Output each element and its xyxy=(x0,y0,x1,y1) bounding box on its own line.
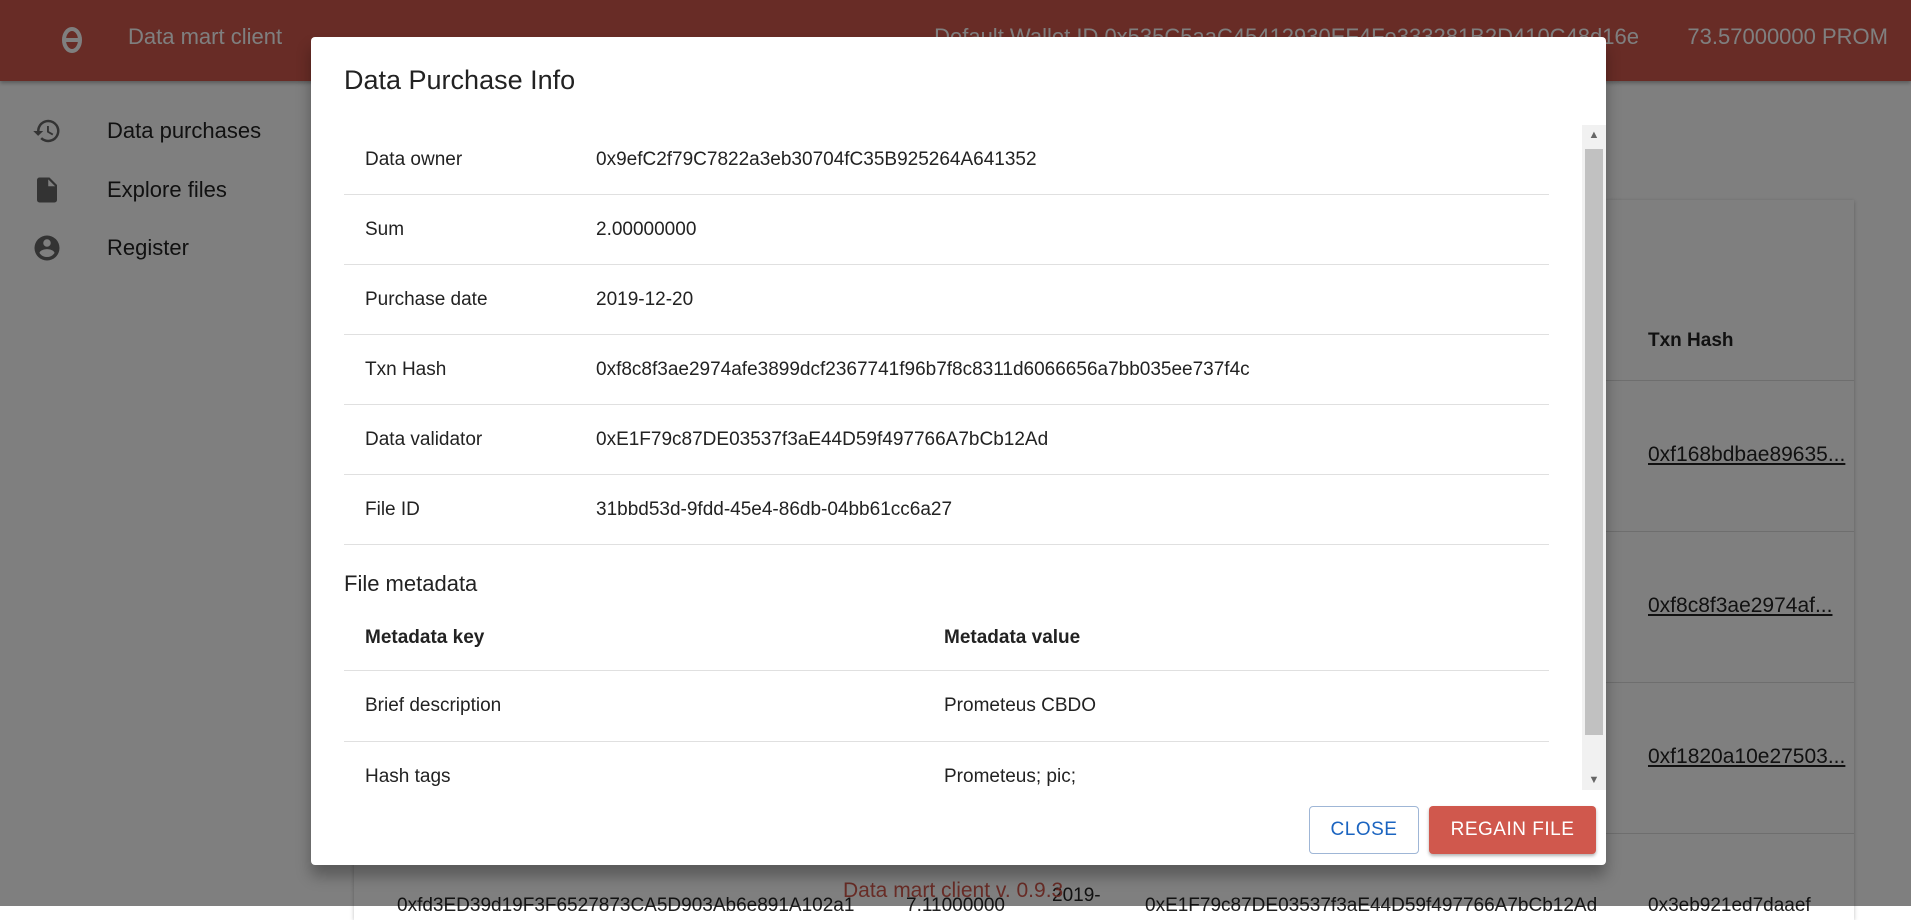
metadata-key: Brief description xyxy=(365,695,502,716)
metadata-table-header: Metadata key Metadata value xyxy=(344,605,1549,671)
info-value: 0x9efC2f79C7822a3eb30704fC35B925264A6413… xyxy=(596,148,1037,170)
scroll-up-arrow-icon[interactable]: ▲ xyxy=(1582,125,1606,145)
scroll-down-arrow-icon[interactable]: ▼ xyxy=(1582,770,1606,790)
info-row-purchase-date: Purchase date 2019-12-20 xyxy=(344,265,1549,335)
info-key: Sum xyxy=(365,218,405,240)
info-row-data-validator: Data validator 0xE1F79c87DE03537f3aE44D5… xyxy=(344,405,1549,475)
info-key: Txn Hash xyxy=(365,358,447,380)
info-key: Purchase date xyxy=(365,288,488,310)
metadata-value: Prometeus CBDO xyxy=(944,695,1097,716)
metadata-key-header: Metadata key xyxy=(365,626,485,648)
info-row-txn-hash: Txn Hash 0xf8c8f3ae2974afe3899dcf2367741… xyxy=(344,335,1549,405)
info-row-sum: Sum 2.00000000 xyxy=(344,195,1549,265)
data-purchase-info-dialog: Data Purchase Info Data owner 0x9efC2f79… xyxy=(311,37,1606,865)
dialog-content[interactable]: Data owner 0x9efC2f79C7822a3eb30704fC35B… xyxy=(344,125,1549,790)
dialog-title: Data Purchase Info xyxy=(344,65,576,95)
info-value: 2019-12-20 xyxy=(596,288,694,310)
regain-file-button[interactable]: Regain file xyxy=(1429,806,1596,854)
info-value: 0xf8c8f3ae2974afe3899dcf2367741f96b7f8c8… xyxy=(596,358,1250,380)
file-metadata-heading: File metadata xyxy=(344,571,478,596)
info-row-file-id: File ID 31bbd53d-9fdd-45e4-86db-04bb61cc… xyxy=(344,475,1549,545)
info-value: 2.00000000 xyxy=(596,218,697,240)
metadata-value: Prometeus; pic; xyxy=(944,766,1076,787)
metadata-key: Hash tags xyxy=(365,766,451,787)
scrollbar-thumb[interactable] xyxy=(1585,149,1603,735)
info-key: Data owner xyxy=(365,148,463,170)
info-key: Data validator xyxy=(365,428,483,450)
info-value: 0xE1F79c87DE03537f3aE44D59f497766A7bCb12… xyxy=(596,428,1049,450)
info-key: File ID xyxy=(365,498,420,520)
info-row-data-owner: Data owner 0x9efC2f79C7822a3eb30704fC35B… xyxy=(344,125,1549,195)
metadata-row: Brief description Prometeus CBDO xyxy=(344,671,1549,742)
dialog-scrollbar[interactable]: ▲ ▼ xyxy=(1582,125,1606,790)
close-button[interactable]: Close xyxy=(1309,806,1419,854)
metadata-value-header: Metadata value xyxy=(944,626,1081,648)
metadata-row: Hash tags Prometeus; pic; xyxy=(344,742,1549,790)
info-value: 31bbd53d-9fdd-45e4-86db-04bb61cc6a27 xyxy=(596,498,953,520)
